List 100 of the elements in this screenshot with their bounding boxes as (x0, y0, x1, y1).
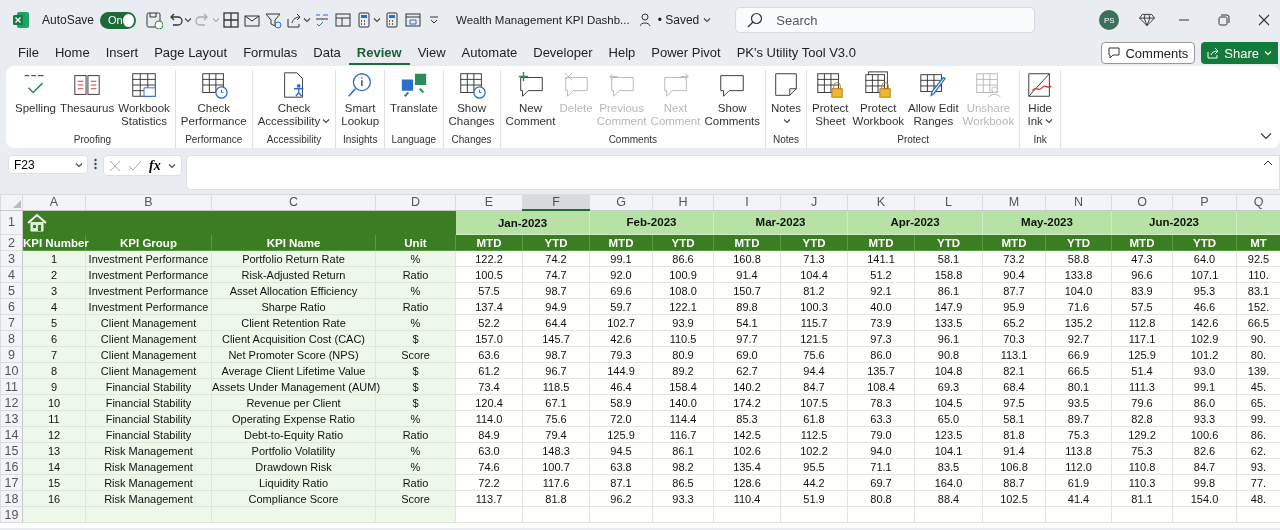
ribbon-button[interactable]: Show Changes (446, 70, 497, 128)
ribbon-button[interactable]: Allow Edit Ranges (906, 70, 961, 128)
ribbon-button[interactable]: Translate (388, 70, 440, 115)
table-cell: 122.1 (652, 298, 714, 315)
table-cell: 80.8 (847, 490, 915, 507)
column-header[interactable]: L (914, 194, 983, 210)
table-cell: 57.5 (455, 282, 523, 299)
ribbon-button[interactable]: Smart Lookup (339, 70, 382, 128)
table-cell: 85.3 (713, 410, 781, 427)
column-header[interactable]: N (1045, 194, 1112, 210)
menu-tab[interactable]: PK's Utility Tool V3.0 (728, 41, 864, 65)
menu-tab[interactable]: Automate (453, 41, 526, 65)
table-cell: 75.3 (1111, 442, 1173, 459)
user-avatar[interactable]: PS (1099, 10, 1120, 30)
table-cell: 63.0 (455, 442, 523, 459)
menu-tab[interactable]: Power Pivot (643, 41, 729, 65)
row-header[interactable]: 1 (0, 210, 23, 235)
table-cell: 86.5 (652, 474, 714, 491)
column-header[interactable]: M (982, 194, 1046, 210)
comments-button[interactable]: Comments (1101, 42, 1196, 64)
table-cell: 113.8 (1045, 442, 1112, 459)
table-cell: 147.9 (914, 298, 983, 315)
table-cell: 102.9 (1172, 330, 1237, 347)
table-cell: 59.7 (589, 298, 653, 315)
column-header[interactable]: Q (1236, 194, 1280, 210)
table-cell: 70.3 (982, 330, 1046, 347)
share-button[interactable]: Share (1201, 42, 1278, 64)
menu-tab[interactable]: Formulas (235, 41, 306, 65)
table-cell: 95.3 (1172, 282, 1237, 299)
ribbon-button[interactable]: Check Accessibility (255, 70, 333, 128)
menu-tab[interactable]: File (10, 41, 47, 65)
ribbon-button[interactable]: Thesaurus (57, 70, 117, 115)
save-status[interactable]: • Saved (657, 13, 712, 27)
group-label: Accessibility (266, 134, 322, 147)
table-cell: 112.0 (1045, 458, 1112, 475)
group-label: Notes (773, 134, 800, 147)
table-cell: 69.3 (914, 378, 983, 395)
table-cell: 86.0 (847, 346, 915, 363)
menu-tab[interactable]: Home (46, 41, 98, 65)
ribbon-button[interactable]: Protect Workbook (850, 70, 907, 128)
ribbon-button[interactable]: Spelling (13, 70, 58, 115)
table-cell: 88.4 (914, 490, 983, 507)
menu-tab[interactable]: Page Layout (146, 41, 236, 65)
column-header[interactable]: B (85, 194, 212, 210)
table-cell: 61.9 (1045, 474, 1112, 491)
ribbon-button[interactable]: Check Performance (178, 70, 249, 128)
table-cell: 81.8 (522, 490, 590, 507)
autosave-toggle[interactable]: On (100, 11, 137, 29)
column-header[interactable]: E (455, 194, 523, 210)
ribbon-button[interactable]: Protect Sheet (810, 70, 851, 128)
column-header[interactable]: D (375, 194, 456, 210)
column-header[interactable]: J (780, 194, 848, 210)
table-cell: 93.9 (652, 314, 714, 331)
column-header[interactable]: K (847, 194, 915, 210)
table-cell: 80.9 (652, 346, 714, 363)
column-header[interactable]: H (652, 194, 714, 210)
column-header[interactable]: P (1172, 194, 1237, 210)
ribbon-button[interactable]: Workbook Statistics (116, 70, 172, 128)
ribbon-button[interactable]: Show Comments (702, 70, 763, 128)
insert-function-button[interactable]: fx (149, 157, 161, 174)
table-cell: 83.5 (914, 458, 983, 475)
ribbon-button[interactable]: Hide Ink (1023, 70, 1058, 128)
table-cell: 129.2 (1111, 426, 1173, 443)
ribbon-button[interactable]: New Comment (503, 70, 558, 128)
table-cell: 87.7 (982, 282, 1046, 299)
table-cell: 117.1 (1111, 330, 1173, 347)
table-cell: 81.1 (1111, 490, 1173, 507)
search-field[interactable]: Search (735, 7, 1036, 33)
table-cell: 73.9 (847, 314, 915, 331)
month-header: Apr-2023 (847, 210, 983, 235)
table-cell: 115.7 (780, 314, 848, 331)
month-header: Mar-2023 (713, 210, 848, 235)
column-header[interactable]: A (22, 194, 86, 210)
menu-tab[interactable]: Help (600, 41, 644, 65)
table-cell: 96.7 (522, 362, 590, 379)
menu-tab[interactable]: Data (305, 41, 349, 65)
table-cell: 67.1 (522, 394, 590, 411)
name-box[interactable]: F23 (8, 155, 88, 174)
ribbon-button[interactable]: Notes (769, 70, 804, 128)
column-header[interactable]: I (713, 194, 781, 210)
column-header[interactable]: C (211, 194, 376, 210)
menu-tab[interactable]: Developer (525, 41, 601, 65)
table-cell: 135.4 (713, 458, 781, 475)
table-cell: 164.0 (914, 474, 983, 491)
menu-tab[interactable]: View (409, 41, 454, 65)
table-cell: 108.0 (652, 282, 714, 299)
table-cell: 102.5 (982, 490, 1046, 507)
table-cell: 82.8 (1111, 410, 1173, 427)
column-header[interactable]: F (522, 194, 590, 210)
menu-tab[interactable]: Insert (97, 41, 147, 65)
table-cell: 94.4 (780, 362, 848, 379)
document-title[interactable]: Wealth Management KPI Dashb... (456, 14, 630, 26)
table-cell: 71.1 (847, 458, 915, 475)
table-cell: 82.6 (1172, 442, 1237, 459)
table-cell: 64.4 (522, 314, 590, 331)
table-cell: 73.2 (982, 250, 1046, 267)
column-header[interactable]: G (589, 194, 653, 210)
table-cell: 142.6 (1172, 314, 1237, 331)
column-header[interactable]: O (1111, 194, 1173, 210)
group-label: Comments (608, 134, 657, 147)
